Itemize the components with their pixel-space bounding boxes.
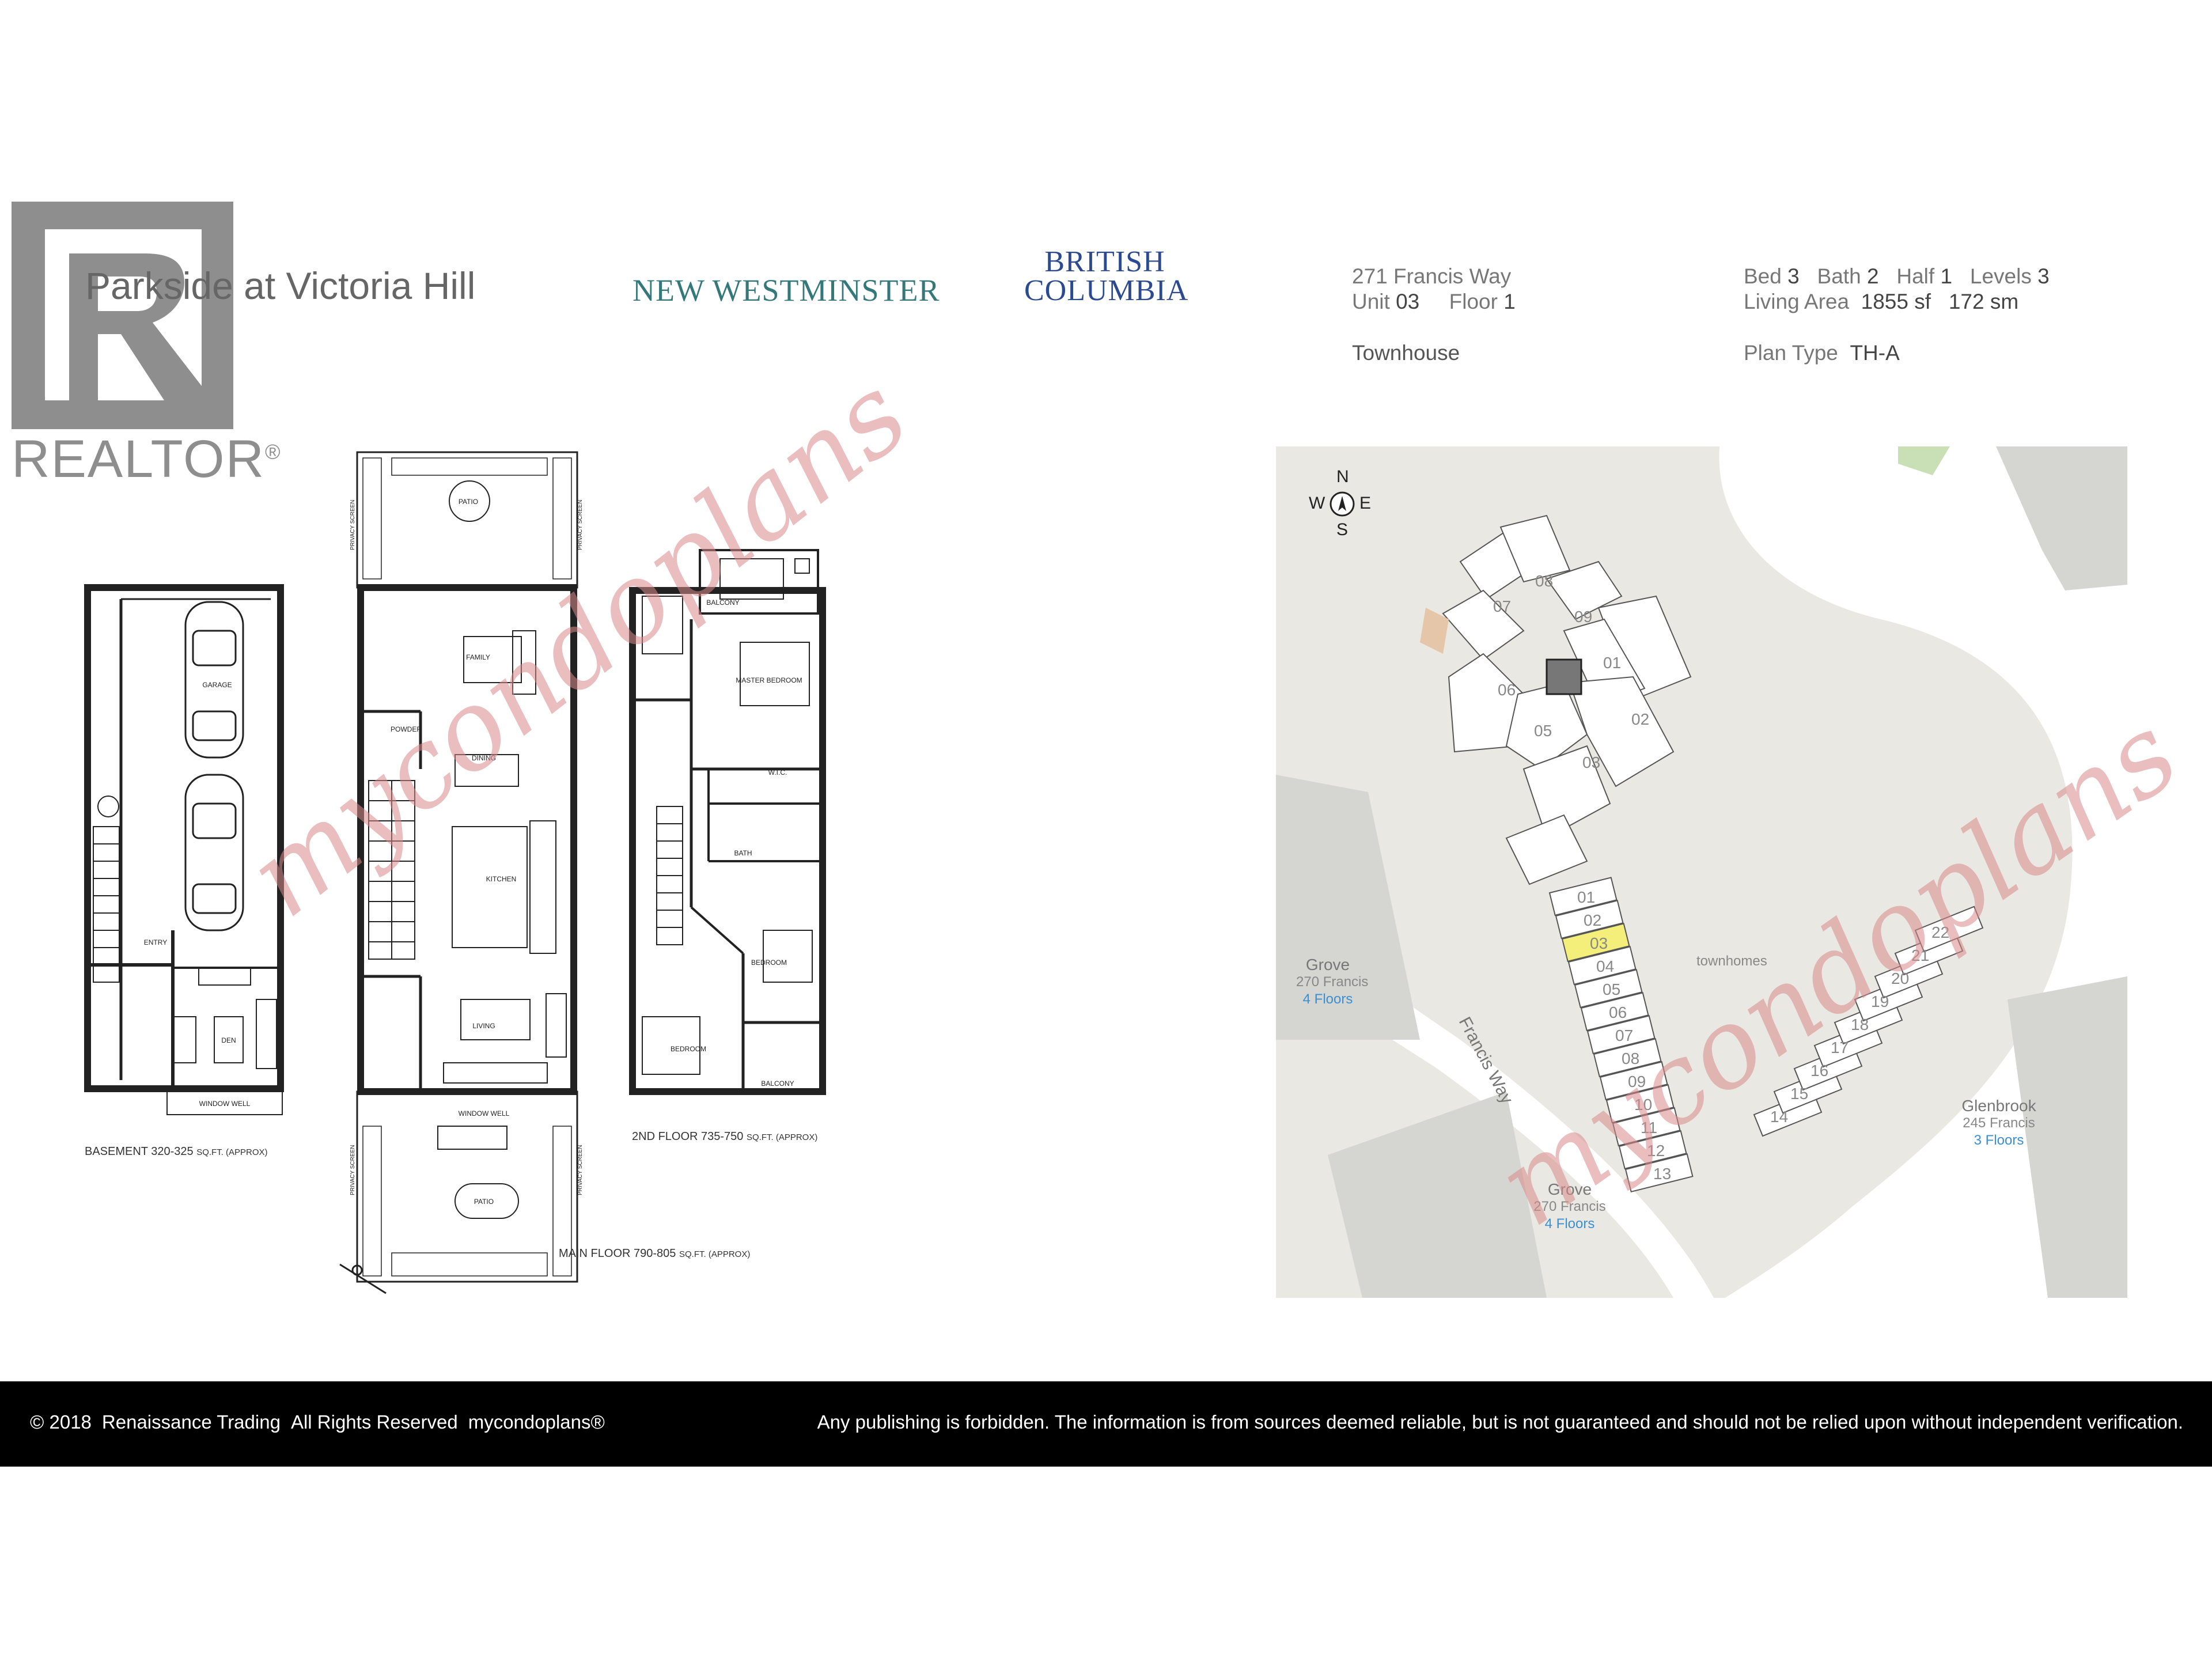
townhomes-label: townhomes: [1696, 953, 1767, 969]
footer-disclaimer: Any publishing is forbidden. The informa…: [817, 1411, 2183, 1433]
room-label-kitchen: KITCHEN: [486, 875, 517, 883]
site-map-svg: [1276, 446, 2127, 1298]
townhouse-west-label-05: 05: [1603, 980, 1621, 998]
neighbor-grove-1: Grove 270 Francis 4 Floors: [1296, 956, 1369, 1007]
room-label-den: DEN: [221, 1036, 236, 1044]
townhouse-west-label-11: 11: [1641, 1119, 1658, 1137]
townhouse-west-label-10: 10: [1634, 1096, 1653, 1113]
room-label-patio-bottom: PATIO: [474, 1198, 494, 1206]
project-name: Parkside at Victoria Hill: [85, 264, 476, 307]
site-map: N S E W 08 07 09 01 06 02 05 03 01 02 03 04…: [1276, 446, 2127, 1298]
tower-unit-08: 08: [1535, 572, 1554, 590]
townhouse-west-label-06: 06: [1609, 1003, 1627, 1021]
townhouse-east-label-17: 17: [1831, 1039, 1849, 1056]
townhouse-east-label-18: 18: [1851, 1016, 1869, 1033]
footer-bar: © 2018 Renaissance Trading All Rights Rese…: [0, 1381, 2212, 1467]
townhouse-east-label-15: 15: [1790, 1085, 1809, 1103]
room-label-garage: GARAGE: [202, 681, 232, 689]
room-label-bedroom-1: BEDROOM: [751, 959, 787, 967]
footer-copyright: © 2018 Renaissance Trading All Rights Rese…: [30, 1411, 605, 1433]
townhouse-west-label-07: 07: [1615, 1027, 1634, 1044]
room-label-patio-top: PATIO: [459, 498, 478, 506]
realtor-logo: REALTOR®: [12, 202, 281, 488]
townhouse-east-label-19: 19: [1871, 993, 1889, 1010]
room-label-powder: POWDER: [391, 725, 422, 733]
plan-type: Plan Type TH-A: [1744, 341, 1900, 365]
unit-floor: Unit 03 Floor 1: [1352, 290, 1516, 313]
tower-unit-07: 07: [1493, 597, 1512, 615]
room-label-dining: DINING: [472, 754, 496, 762]
townhouse-west-label-13: 13: [1653, 1165, 1672, 1183]
townhouse-west-label-09: 09: [1628, 1073, 1646, 1090]
townhouse-west-label-12: 12: [1647, 1142, 1665, 1160]
room-label-balcony-bottom: BALCONY: [761, 1080, 794, 1088]
room-label-living: LIVING: [472, 1022, 495, 1030]
compass-east: E: [1359, 494, 1372, 513]
tower-unit-01: 01: [1603, 654, 1622, 672]
room-label-bedroom-2: BEDROOM: [671, 1045, 706, 1053]
property-type: Townhouse: [1352, 341, 1460, 365]
address: 271 Francis Way: [1352, 264, 1512, 288]
townhouse-east-label-21: 21: [1911, 946, 1930, 964]
privacy-screen-label-1: PRIVACY SCREEN: [350, 500, 356, 550]
neighbor-glenbrook: Glenbrook 245 Francis 3 Floors: [1961, 1097, 2036, 1149]
tower-unit-06: 06: [1498, 681, 1516, 699]
tower-unit-02: 02: [1631, 710, 1650, 728]
townhouse-east-label-16: 16: [1810, 1062, 1829, 1080]
compass-west: W: [1309, 494, 1325, 513]
compass-north: N: [1336, 467, 1349, 486]
townhouse-east-label-22: 22: [1931, 923, 1950, 941]
townhouse-west-label-01: 01: [1577, 888, 1596, 906]
neighbor-grove-2: Grove 270 Francis 4 Floors: [1533, 1180, 1606, 1232]
townhouse-east-label-20: 20: [1891, 969, 1910, 987]
privacy-screen-label-2: PRIVACY SCREEN: [577, 500, 584, 550]
tower-unit-09: 09: [1574, 608, 1593, 626]
townhouse-west-label-03: 03: [1590, 934, 1608, 952]
main-floor-label: MAIN FLOOR 790-805 SQ.FT. (APPROX): [559, 1247, 751, 1260]
living-area: Living Area 1855 sf 172 sm: [1744, 290, 2019, 313]
realtor-logo-mark: [12, 202, 233, 429]
townhouse-east-label-14: 14: [1770, 1108, 1789, 1126]
townhouse-west-label-08: 08: [1622, 1050, 1640, 1067]
room-label-balcony-top: BALCONY: [706, 599, 739, 607]
room-label-wic: W.I.C.: [768, 768, 787, 777]
basement-label: BASEMENT 320-325 SQ.FT. (APPROX): [85, 1145, 268, 1158]
room-label-family: FAMILY: [466, 653, 490, 661]
room-label-bath: BATH: [734, 849, 752, 857]
floor-plan-drawing: GARAGE DEN ENTRY WINDOW WELL PATIO FAMIL…: [81, 446, 899, 1296]
tower-unit-05: 05: [1534, 722, 1552, 740]
city-name: NEW WESTMINSTER: [632, 273, 940, 308]
unit-specs: Bed 3 Bath 2 Half 1 Levels 3: [1744, 264, 2050, 288]
second-floor-label: 2ND FLOOR 735-750 SQ.FT. (APPROX): [632, 1130, 818, 1143]
room-label-master-bedroom: MASTER BEDROOM: [736, 676, 802, 684]
privacy-screen-label-4: PRIVACY SCREEN: [577, 1145, 584, 1195]
room-label-window-well-main: WINDOW WELL: [459, 1109, 510, 1118]
townhouse-west-label-02: 02: [1584, 911, 1602, 929]
room-label-window-well-basement: WINDOW WELL: [199, 1100, 251, 1108]
townhouse-west-label-04: 04: [1596, 957, 1615, 975]
compass-south: S: [1336, 520, 1349, 539]
privacy-screen-label-3: PRIVACY SCREEN: [350, 1145, 356, 1195]
room-label-entry: ENTRY: [144, 938, 167, 946]
tower-unit-03: 03: [1582, 753, 1601, 771]
province-name: BRITISH COLUMBIA: [1024, 245, 1189, 307]
floor-plan-svg: GARAGE DEN ENTRY WINDOW WELL PATIO FAMIL…: [84, 451, 826, 1294]
